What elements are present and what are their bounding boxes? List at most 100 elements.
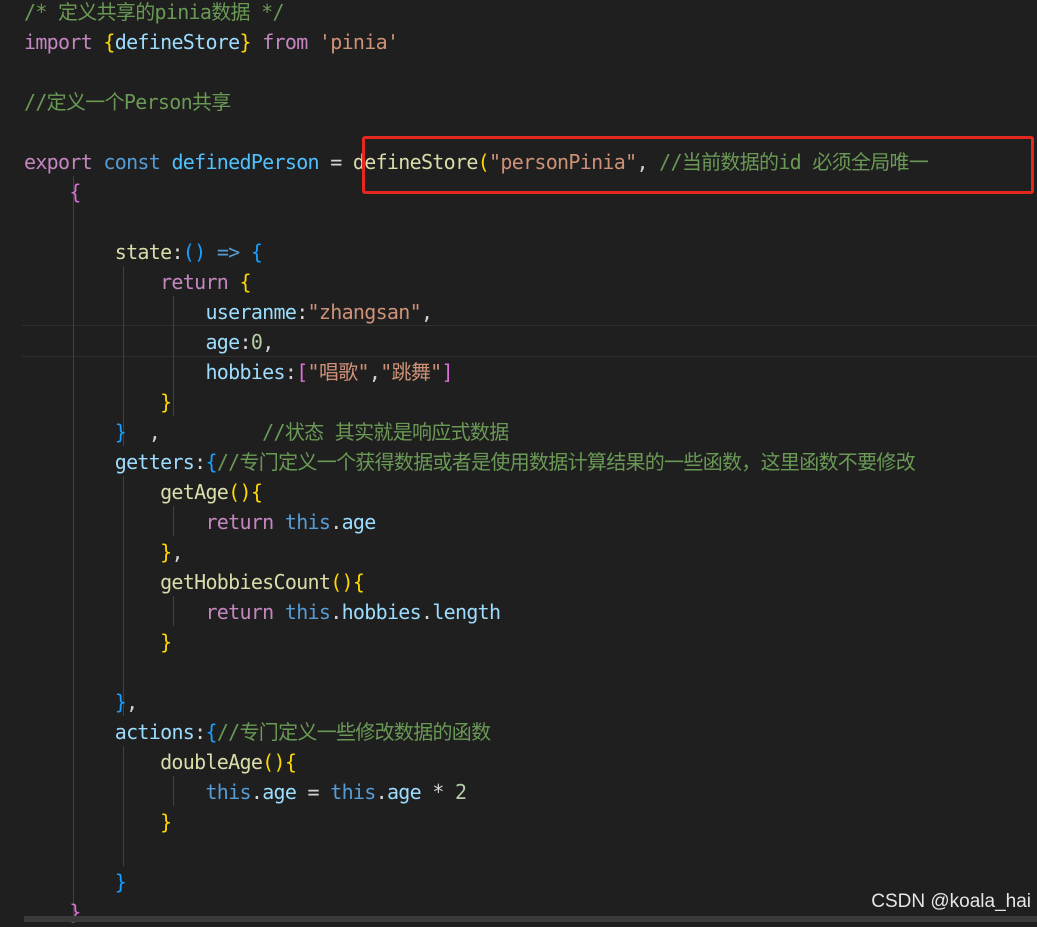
- code-token: {: [250, 240, 263, 264]
- code-token: length: [432, 600, 501, 624]
- code-token: useranme: [205, 300, 297, 324]
- code-token: .: [250, 780, 263, 804]
- code-line: actions:{//专门定义一些修改数据的函数: [24, 717, 491, 747]
- code-token: /* 定义共享的pinia数据 */: [24, 0, 285, 24]
- code-token: }: [160, 810, 172, 834]
- code-token: "zhangsan": [307, 300, 422, 324]
- code-token: }: [239, 30, 252, 54]
- code-token: ]: [441, 360, 453, 384]
- code-token: }: [160, 540, 172, 564]
- code-token: {: [284, 750, 297, 774]
- code-token: getHobbiesCount: [160, 570, 331, 594]
- code-token: .: [330, 510, 342, 534]
- code-token: }: [114, 690, 127, 714]
- code-token: =: [318, 150, 353, 174]
- code-line: getAge(){: [24, 477, 263, 507]
- code-editor[interactable]: /* 定义共享的pinia数据 */import {defineStore} f…: [0, 0, 1037, 924]
- code-token: :: [239, 330, 252, 354]
- code-token: :: [194, 720, 206, 744]
- code-token: state: [114, 240, 172, 264]
- code-token: doubleAge: [160, 750, 263, 774]
- code-token: {: [250, 480, 263, 504]
- code-token: }: [114, 870, 127, 894]
- code-line: } , //状态 其实就是响应式数据: [24, 417, 509, 447]
- code-token: .: [375, 780, 388, 804]
- code-token: //状态 其实就是响应式数据: [262, 420, 509, 444]
- code-token: {: [205, 450, 217, 474]
- horizontal-scrollbar[interactable]: [24, 916, 1037, 922]
- code-line: state:() => {: [24, 237, 263, 267]
- code-token: (): [330, 570, 353, 594]
- code-line: this.age = this.age * 2: [24, 777, 467, 807]
- code-token: ,: [262, 330, 274, 354]
- code-token: getAge: [160, 480, 229, 504]
- code-token: ,: [368, 360, 381, 384]
- code-token: import: [24, 30, 104, 54]
- code-token: return: [205, 510, 285, 534]
- code-token: }: [114, 420, 127, 444]
- code-token: :: [171, 240, 183, 264]
- watermark: CSDN @koala_hai: [871, 891, 1031, 912]
- code-token: age: [341, 510, 377, 534]
- code-token: this: [330, 780, 376, 804]
- code-line: }: [24, 897, 81, 927]
- code-token: //专门定义一些修改数据的函数: [216, 720, 491, 744]
- code-line: getters:{//专门定义一个获得数据或者是使用数据计算结果的一些函数，这里…: [24, 447, 916, 477]
- code-line: useranme:"zhangsan",: [24, 297, 433, 327]
- code-line: }: [24, 867, 127, 897]
- code-token: //定义一个Person共享: [24, 90, 231, 114]
- code-token: {: [69, 180, 81, 204]
- code-line: doubleAge(){: [24, 747, 297, 777]
- code-line: getHobbiesCount(){: [24, 567, 365, 597]
- code-token: }: [160, 390, 172, 414]
- code-token: 'pinia': [318, 30, 399, 54]
- code-token: (): [228, 480, 251, 504]
- code-line: }: [24, 627, 172, 657]
- code-token: age: [386, 780, 422, 804]
- code-token: }: [160, 630, 172, 654]
- code-token: ,: [126, 690, 138, 714]
- code-token: :: [296, 300, 308, 324]
- code-token: return: [205, 600, 285, 624]
- code-token: =>: [216, 240, 240, 264]
- code-token: const: [103, 150, 172, 174]
- code-token: definedPerson: [171, 150, 319, 174]
- code-token: (): [262, 750, 285, 774]
- code-token: //专门定义一个获得数据或者是使用数据计算结果的一些函数，这里函数不要修改: [216, 450, 916, 474]
- code-token: getters: [114, 450, 195, 474]
- code-token: :: [284, 360, 297, 384]
- code-line: age:0,: [24, 327, 274, 357]
- code-token: export: [24, 150, 104, 174]
- code-token: return: [160, 270, 240, 294]
- code-line: return this.hobbies.length: [24, 597, 501, 627]
- code-token: {: [352, 570, 365, 594]
- code-line: hobbies:["唱歌","跳舞"]: [24, 357, 453, 387]
- code-token: 0: [250, 330, 263, 354]
- code-token: age: [205, 330, 240, 354]
- code-token: {: [239, 270, 251, 294]
- code-token: .: [330, 600, 342, 624]
- code-line: /* 定义共享的pinia数据 */: [24, 0, 285, 27]
- code-token: this: [284, 600, 331, 624]
- code-token: ,: [420, 300, 433, 324]
- code-line: },: [24, 687, 138, 717]
